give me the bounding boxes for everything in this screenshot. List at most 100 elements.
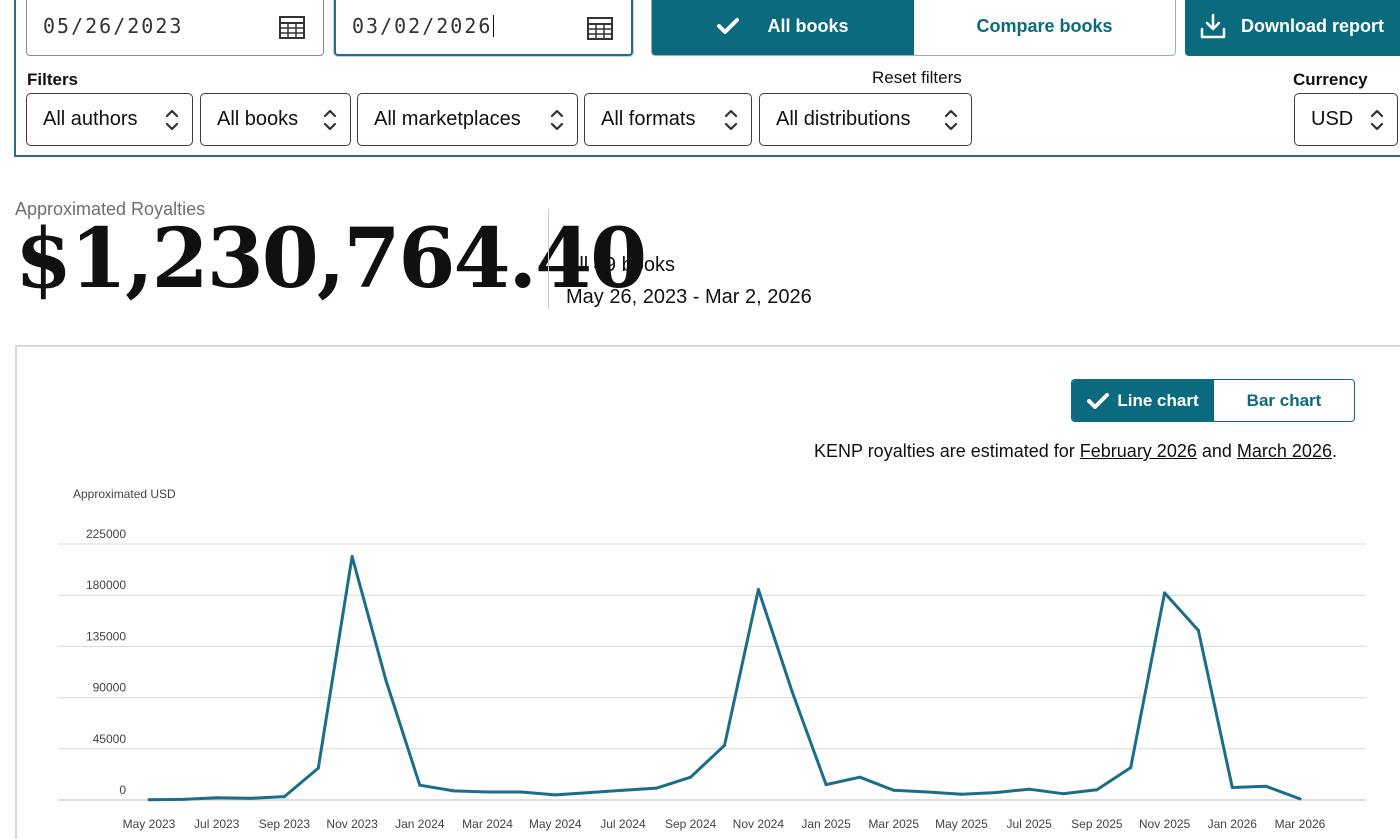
line-chart-toggle[interactable]: Line chart (1072, 380, 1214, 421)
data-point[interactable] (1230, 785, 1234, 789)
data-point[interactable] (689, 775, 693, 779)
data-point[interactable] (147, 798, 151, 802)
royalties-amount: $1,230,764.40 (15, 211, 647, 307)
formats-select-value: All formats (601, 108, 696, 130)
series-line (148, 555, 1301, 802)
distributions-select[interactable]: All distributions (759, 93, 972, 146)
data-point[interactable] (756, 588, 760, 592)
data-point[interactable] (486, 790, 490, 794)
data-point[interactable] (587, 791, 591, 795)
chevron-updown-icon (550, 109, 564, 131)
x-tick-label: Mar 2025 (868, 817, 919, 831)
summary-date-range: May 26, 2023 - Mar 2, 2026 (566, 286, 812, 308)
data-point[interactable] (621, 788, 625, 792)
y-tick-label: 135000 (86, 629, 126, 643)
calendar-icon[interactable] (279, 15, 305, 39)
marketplaces-select[interactable]: All marketplaces (357, 93, 578, 146)
authors-select[interactable]: All authors (26, 93, 193, 146)
formats-select[interactable]: All formats (584, 93, 752, 146)
y-axis-ticks: 0 45000 90000 135000 180000 225000 (86, 527, 126, 797)
data-point[interactable] (1163, 591, 1167, 595)
data-point[interactable] (1027, 787, 1031, 791)
x-tick-label: Sep 2023 (259, 817, 311, 831)
currency-select-value: USD (1311, 108, 1354, 130)
data-point[interactable] (1298, 797, 1302, 801)
download-report-button[interactable]: Download report (1185, 0, 1400, 56)
check-icon (717, 18, 740, 34)
kenp-note-middle: and (1196, 441, 1237, 461)
data-point[interactable] (1095, 788, 1099, 792)
x-tick-label: Sep 2024 (665, 817, 717, 831)
x-tick-label: Jan 2026 (1208, 817, 1258, 831)
x-tick-label: May 2024 (529, 817, 582, 831)
distributions-select-value: All distributions (776, 108, 911, 130)
end-date-value: 03/02/2026 (352, 14, 493, 38)
data-point[interactable] (723, 743, 726, 747)
reset-filters-link[interactable]: Reset filters (872, 68, 962, 88)
data-point[interactable] (282, 795, 286, 799)
x-tick-label: Jul 2023 (194, 817, 240, 831)
book-view-toggle: All books Compare books (651, 0, 1176, 56)
february-2026-link[interactable]: February 2026 (1080, 441, 1197, 461)
data-point[interactable] (215, 796, 219, 800)
currency-heading: Currency (1293, 70, 1368, 89)
x-tick-label: Mar 2024 (462, 817, 513, 831)
data-point[interactable] (1061, 792, 1065, 796)
data-point[interactable] (993, 791, 997, 795)
y-tick-label: 0 (119, 783, 126, 797)
data-point[interactable] (655, 786, 659, 790)
kenp-note-prefix: KENP royalties are estimated for (814, 441, 1080, 461)
chart-series (147, 555, 1302, 802)
royalties-line-chart: Approximated USD 0 45000 90000 135000 180000… (58, 487, 1366, 831)
currency-select[interactable]: USD (1294, 93, 1398, 146)
chart-grid (58, 543, 1366, 801)
data-point[interactable] (1196, 628, 1200, 632)
data-point[interactable] (824, 783, 828, 787)
x-tick-label: May 2025 (935, 817, 988, 831)
end-date-input[interactable]: 03/02/2026 (334, 0, 633, 56)
data-point[interactable] (350, 555, 354, 559)
y-tick-label: 90000 (93, 681, 127, 695)
data-point[interactable] (452, 789, 456, 793)
text-cursor (493, 15, 495, 37)
data-point[interactable] (858, 775, 862, 779)
y-tick-label: 180000 (86, 578, 126, 592)
y-axis-title: Approximated USD (73, 487, 176, 501)
all-books-label: All books (767, 15, 849, 36)
data-point[interactable] (553, 793, 557, 797)
books-select-value: All books (217, 108, 299, 130)
all-books-toggle[interactable]: All books (652, 0, 914, 55)
march-2026-link[interactable]: March 2026 (1237, 441, 1332, 461)
calendar-icon[interactable] (587, 16, 613, 40)
x-tick-label: Nov 2025 (1139, 817, 1191, 831)
data-point[interactable] (181, 797, 185, 801)
x-tick-label: Jul 2025 (1006, 817, 1052, 831)
x-tick-label: May 2023 (123, 817, 176, 831)
compare-books-toggle[interactable]: Compare books (914, 0, 1175, 55)
data-point[interactable] (959, 792, 963, 796)
data-point[interactable] (892, 788, 896, 792)
x-tick-label: Jul 2024 (600, 817, 646, 831)
data-point[interactable] (1264, 784, 1268, 788)
books-select[interactable]: All books (200, 93, 351, 146)
data-point[interactable] (926, 790, 930, 794)
kenp-note-suffix: . (1331, 441, 1337, 461)
y-tick-label: 45000 (93, 732, 127, 746)
start-date-value: 05/26/2023 (43, 14, 184, 38)
chevron-updown-icon (944, 109, 958, 131)
bar-chart-toggle[interactable]: Bar chart (1214, 380, 1354, 421)
chevron-updown-icon (724, 109, 738, 131)
data-point[interactable] (519, 790, 523, 794)
filters-heading: Filters (27, 70, 79, 89)
x-tick-label: Sep 2025 (1071, 817, 1123, 831)
data-point[interactable] (790, 690, 794, 694)
data-point[interactable] (384, 679, 388, 683)
start-date-input[interactable]: 05/26/2023 (26, 0, 324, 56)
data-point[interactable] (316, 766, 320, 770)
check-icon (1087, 392, 1110, 409)
data-point[interactable] (418, 783, 422, 787)
data-point[interactable] (249, 796, 253, 800)
data-point[interactable] (1129, 766, 1133, 770)
x-tick-label: Nov 2023 (326, 817, 378, 831)
download-icon (1200, 13, 1226, 39)
